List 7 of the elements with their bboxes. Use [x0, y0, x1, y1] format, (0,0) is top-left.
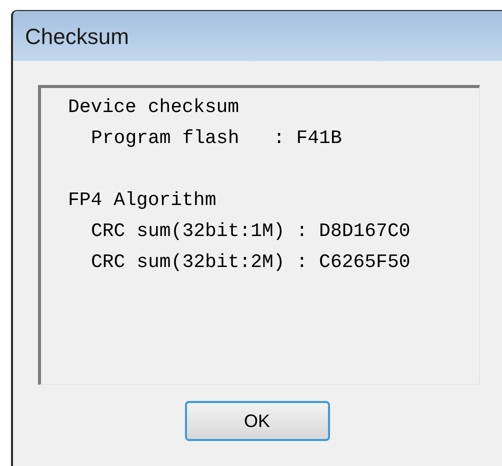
section-heading: Device checksum — [68, 95, 240, 120]
window-title: Checksum — [25, 22, 129, 50]
checksum-line: CRC sum(32bit:2M) : C6265F50 — [90, 250, 412, 275]
ok-button[interactable]: OK — [184, 401, 330, 441]
checksum-line: CRC sum(32bit:1M) : D8D167C0 — [90, 219, 412, 244]
checksum-line: Program flash : F41B — [90, 126, 343, 151]
section-heading: FP4 Algorithm — [68, 188, 218, 213]
